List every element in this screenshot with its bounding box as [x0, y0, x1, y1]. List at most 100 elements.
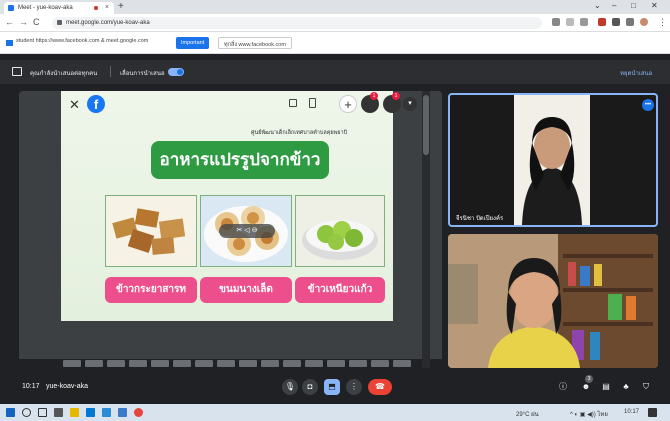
minimize-button[interactable]: – — [612, 1, 616, 10]
label-kraya-sart: ข้าวกระยาสารท — [105, 277, 197, 303]
browser-menu-icon[interactable]: ⋮ — [658, 17, 667, 28]
school-caption: ศูนย์พัฒนาเด็กเล็กเทศบาลตำบลคุยพยาบิ — [251, 130, 348, 136]
gallery-icon[interactable] — [289, 99, 297, 107]
recording-indicator-icon — [94, 6, 98, 10]
camera-permission-icon[interactable] — [552, 18, 560, 26]
food-image-khanom-nang-let: ✂ ◁ ⊖ — [200, 195, 292, 267]
share-icon[interactable] — [566, 18, 574, 26]
scrollbar-thumb[interactable] — [423, 95, 429, 155]
mail-icon[interactable] — [102, 408, 111, 417]
share-upload-icon[interactable] — [309, 98, 316, 108]
thumbnail[interactable] — [195, 360, 213, 367]
thumbnail[interactable] — [217, 360, 235, 367]
search-icon[interactable] — [22, 408, 31, 417]
add-icon[interactable]: + — [339, 95, 357, 113]
forward-icon[interactable]: → — [19, 17, 28, 27]
bookmark-facebook[interactable]: ทุกสิ่ง www.facebook.com — [218, 37, 292, 49]
close-window-button[interactable]: ✕ — [651, 1, 658, 10]
address-bar-row: ← → C meet.google.com/yue-koav-aka ⋮ — [0, 14, 670, 32]
thumbnail[interactable] — [173, 360, 191, 367]
meeting-details-icon[interactable]: ⓘ — [555, 379, 571, 395]
thumbnail[interactable] — [393, 360, 411, 367]
close-icon[interactable]: ✕ — [69, 97, 80, 113]
task-view-icon[interactable] — [38, 408, 47, 417]
present-now-button[interactable]: ⬒ — [324, 379, 340, 395]
thumbnail[interactable] — [63, 360, 81, 367]
meet-control-bar: 10:17 yue-koav-aka 🎙 ◘ ⬒ ⋮ ☎ ⓘ ☻ 3 ▤ ♣ ⛉ — [0, 372, 670, 402]
start-icon[interactable] — [6, 408, 15, 417]
facebook-logo-icon: f — [87, 95, 105, 113]
label-khao-niao-kaew: ข้าวเหนียวแก้ว — [295, 277, 385, 303]
meeting-time: 10:17 — [22, 383, 40, 390]
presented-slide: ✕ f + 1 1 ▾ ศูนย์พัฒนาเด็กเล็กเทศบาลตำบล… — [61, 91, 417, 321]
more-options-icon[interactable]: ••• — [642, 99, 654, 111]
chat-icon[interactable]: ▤ — [598, 379, 614, 395]
weather-widget[interactable]: 29°C ฝน — [516, 409, 539, 419]
meeting-code: yue-koav-aka — [46, 383, 89, 390]
stop-presenting-button[interactable]: หยุดนำเสนอ — [620, 68, 652, 78]
divider — [110, 66, 111, 77]
new-tab-button[interactable]: + — [118, 1, 124, 12]
thumbnail[interactable] — [283, 360, 301, 367]
bookmarks-bar: student https://www.facebook.com & meet.… — [0, 32, 670, 54]
reading-list-icon[interactable] — [626, 18, 634, 26]
thumbnail[interactable] — [349, 360, 367, 367]
label-khanom-nang-let: ขนมนางเล็ด — [200, 277, 292, 303]
bookmark-star-icon[interactable] — [580, 18, 588, 26]
store-icon[interactable] — [86, 408, 95, 417]
thumbnail-strip — [19, 359, 442, 368]
food-image-kraya-sart — [105, 195, 197, 267]
stage-scrollbar[interactable] — [422, 91, 430, 368]
tab-search-icon[interactable]: ⌄ — [594, 1, 601, 10]
presentation-stage: ✕ f + 1 1 ▾ ศูนย์พัฒนาเด็กเล็กเทศบาลตำบล… — [19, 91, 442, 368]
participant-tile-2[interactable] — [448, 234, 658, 368]
thumbnail[interactable] — [327, 360, 345, 367]
participant-video-2 — [448, 234, 658, 368]
taskbar-clock[interactable]: 10:17 — [624, 409, 639, 415]
puzzle-icon[interactable] — [612, 18, 620, 26]
os-taskbar: 29°C ฝน ^ ◐ ▣ ◀)) ไทย 10:17 — [0, 404, 670, 421]
media-controls-overlay[interactable]: ✂ ◁ ⊖ — [219, 224, 275, 238]
thumbnail[interactable] — [107, 360, 125, 367]
thumbnail[interactable] — [151, 360, 169, 367]
food-image-khao-niao-kaew — [295, 195, 385, 267]
file-explorer-icon[interactable] — [70, 408, 79, 417]
tab-title: Meet - yue-koav-aka — [18, 5, 73, 11]
url-field[interactable]: meet.google.com/yue-koav-aka — [52, 17, 542, 29]
presenting-label: คุณกำลังนำเสนอต่อทุกคน — [30, 71, 98, 77]
extension-icon[interactable] — [598, 18, 606, 26]
thumbnail[interactable] — [239, 360, 257, 367]
back-icon[interactable]: ← — [5, 17, 14, 27]
presentation-toggle[interactable] — [168, 68, 184, 76]
thumbnail[interactable] — [129, 360, 147, 367]
more-options-button[interactable]: ⋮ — [346, 379, 362, 395]
thumbnail[interactable] — [85, 360, 103, 367]
thumbnail[interactable] — [261, 360, 279, 367]
participant-name-1: จีรนิชา ปัดเปียงค์ร — [456, 216, 504, 222]
meet-favicon-icon — [8, 5, 14, 11]
presentation-banner: คุณกำลังนำเสนอต่อทุกคน เลื่อนการนำเสนอ ห… — [0, 60, 670, 84]
reload-icon[interactable]: C — [33, 17, 40, 27]
participant-tile-1[interactable]: จีรนิชา ปัดเปียงค์ร ••• — [448, 93, 658, 227]
edge-icon[interactable] — [118, 408, 127, 417]
chrome-icon[interactable] — [134, 408, 143, 417]
microphone-button[interactable]: 🎙 — [282, 379, 298, 395]
end-call-button[interactable]: ☎ — [368, 379, 392, 395]
notifications-icon[interactable] — [648, 408, 657, 417]
account-menu-icon[interactable]: ▾ — [403, 97, 417, 111]
maximize-button[interactable]: □ — [631, 1, 636, 10]
widgets-icon[interactable] — [54, 408, 63, 417]
host-controls-icon[interactable]: ⛉ — [638, 379, 654, 395]
profile-avatar[interactable] — [640, 18, 648, 26]
browser-tabstrip: Meet - yue-koav-aka × + ⌄ – □ ✕ — [0, 0, 670, 14]
browser-tab[interactable]: Meet - yue-koav-aka × — [4, 2, 114, 14]
url-text: meet.google.com/yue-koav-aka — [66, 20, 150, 26]
camera-button[interactable]: ◘ — [302, 379, 318, 395]
thumbnail[interactable] — [371, 360, 389, 367]
bookmark-important[interactable]: Important — [176, 37, 210, 49]
activities-icon[interactable]: ♣ — [618, 379, 634, 395]
close-tab-icon[interactable]: × — [105, 4, 109, 11]
thumbnail[interactable] — [305, 360, 323, 367]
tray-icons[interactable]: ^ ◐ ▣ ◀)) ไทย — [570, 409, 608, 419]
bookmark-item-student[interactable]: student https://www.facebook.com & meet.… — [16, 38, 148, 44]
